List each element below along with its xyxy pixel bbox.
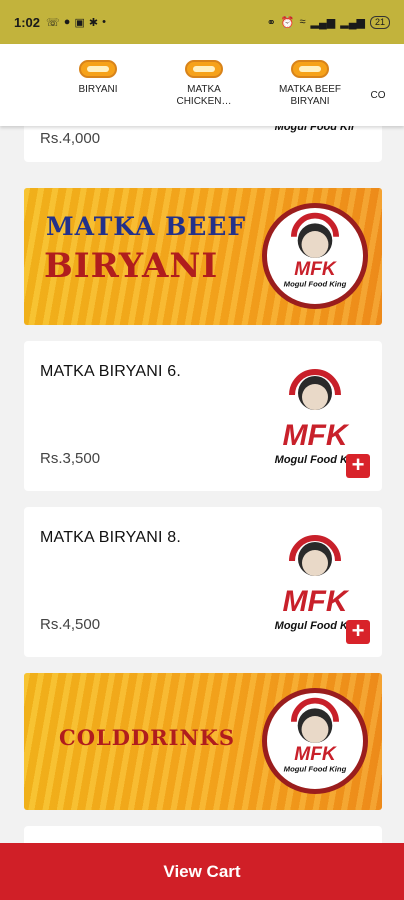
category-label: MATKA BEEF BIRYANI xyxy=(278,84,342,107)
banner-title-line1: MATKA BEEF xyxy=(46,212,247,241)
svg-text:MFK: MFK xyxy=(283,419,350,452)
category-label: CO xyxy=(370,90,386,101)
item-price: Rs.4,500 xyxy=(40,616,101,633)
menu-item-card[interactable]: MATKA BIRYANI 6. Rs.3,500 MFK Mogul Food… xyxy=(24,341,382,491)
wifi-icon: ≈ xyxy=(299,16,306,28)
notification-icon: ● xyxy=(63,15,71,28)
mfk-logo-icon: MFK Mogul Food King xyxy=(262,688,368,794)
tab-matka-beef-biryani[interactable]: MATKA BEEF BIRYANI xyxy=(257,44,363,126)
alarm-icon: ⏰ xyxy=(280,16,295,29)
item-name: MATKA BIRYANI 6. xyxy=(40,363,182,380)
item-price: Rs.3,500 xyxy=(40,450,101,467)
settings-icon: ✱ xyxy=(88,16,99,29)
banner-title: COLDDRINKS xyxy=(59,725,236,750)
item-name: MATKA BIRYANI 8. xyxy=(40,529,182,546)
svg-text:Mogul Food King: Mogul Food King xyxy=(284,280,347,289)
category-tabs: BIRYANI MATKA CHICKEN… MATKA BEEF BIRYAN… xyxy=(0,44,404,126)
tab-matka-chicken[interactable]: MATKA CHICKEN… xyxy=(151,44,257,126)
category-label: MATKA CHICKEN… xyxy=(176,84,232,107)
view-cart-button[interactable]: View Cart xyxy=(0,843,404,900)
battery-indicator: 21 xyxy=(369,15,390,29)
category-logo-icon xyxy=(291,60,329,78)
svg-text:MFK: MFK xyxy=(283,585,350,618)
category-banner-beef-biryani: MATKA BEEF BIRYANI MFK Mogul Food King xyxy=(24,188,382,325)
add-to-cart-button[interactable]: + xyxy=(346,620,370,644)
dot-icon: • xyxy=(102,15,106,28)
item-price: Rs.4,000 xyxy=(40,130,101,147)
svg-text:MFK: MFK xyxy=(294,259,338,280)
svg-text:Mogul Food King: Mogul Food King xyxy=(284,765,347,774)
menu-item-card[interactable]: MATKA BIRYANI 8. Rs.4,500 MFK Mogul Food… xyxy=(24,507,382,657)
category-label: BIRYANI xyxy=(78,84,118,95)
tab-biryani[interactable]: BIRYANI xyxy=(45,44,151,126)
tab-colddrinks[interactable]: CO xyxy=(363,44,393,126)
status-time: 1:02 xyxy=(14,14,41,30)
add-to-cart-button[interactable]: + xyxy=(346,454,370,478)
svg-text:Mogul Food Kir: Mogul Food Kir xyxy=(275,454,356,466)
svg-text:Mogul Food Kir: Mogul Food Kir xyxy=(275,620,356,632)
status-bar: 1:02 ☏ ● ▣ ✱ • ⚭ ⏰ ≈ ▂▄▆ ▂▄▆ 21 xyxy=(0,0,404,44)
category-logo-icon xyxy=(185,60,223,78)
mfk-logo-icon: MFK Mogul Food King xyxy=(262,203,368,309)
category-logo-icon xyxy=(79,60,117,78)
signal-icon-2: ▂▄▆ xyxy=(340,16,365,29)
app-icon: ▣ xyxy=(74,16,85,29)
signal-icon: ▂▄▆ xyxy=(310,16,336,29)
svg-text:MFK: MFK xyxy=(294,744,338,765)
headphones-icon: ⚭ xyxy=(266,16,276,29)
category-banner-colddrinks: COLDDRINKS MFK Mogul Food King xyxy=(24,673,382,810)
banner-title-line2: BIRYANI xyxy=(44,246,219,286)
whatsapp-icon: ☏ xyxy=(46,16,60,29)
